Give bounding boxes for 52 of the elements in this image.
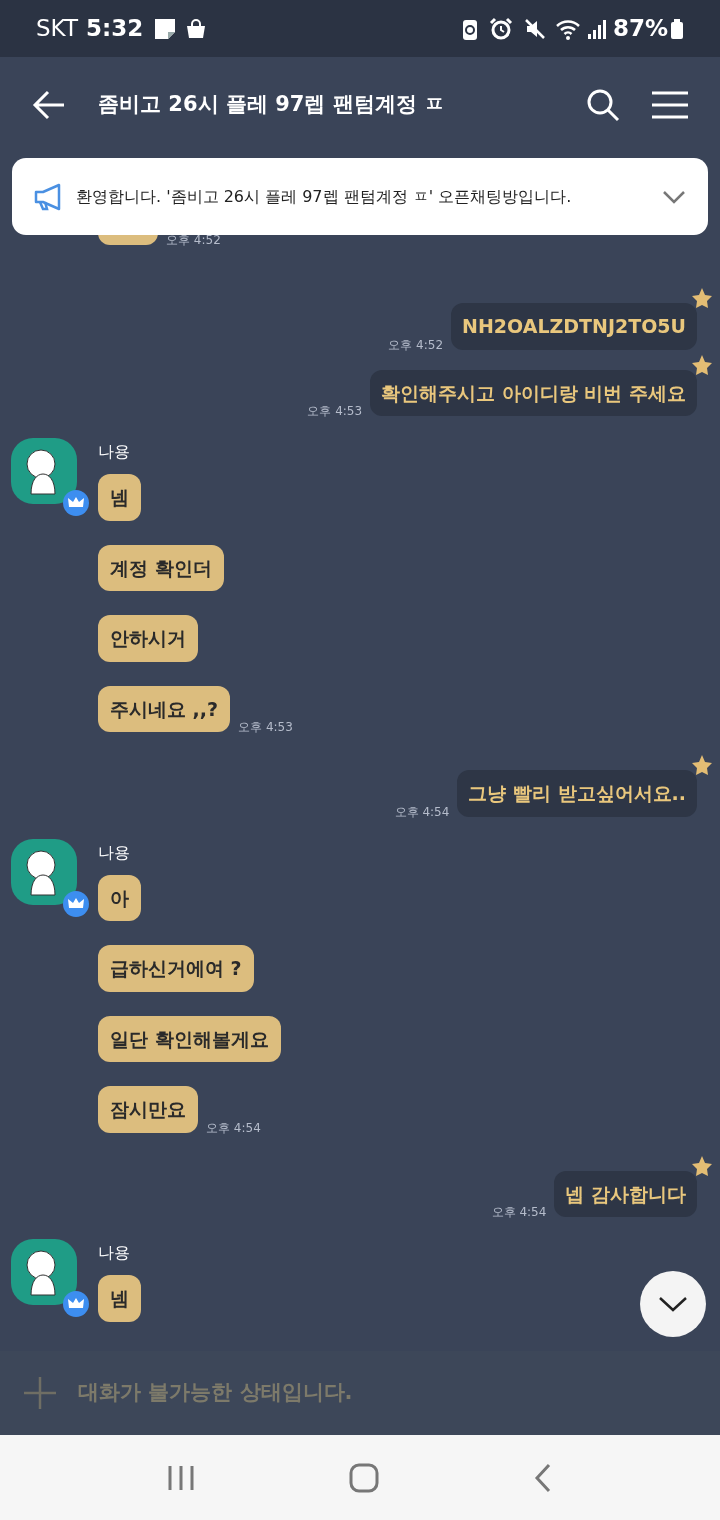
star-icon: [691, 353, 713, 376]
crown-badge-icon: [63, 1291, 89, 1317]
alarm-icon: [488, 16, 513, 41]
message-bubble: 넴: [98, 1275, 141, 1322]
message-bubble: 그냥 빨리 받고싶어서요..: [457, 770, 697, 817]
crown-badge-icon: [63, 890, 89, 917]
profile-avatar: [11, 1239, 77, 1305]
message-bubble: 넴: [98, 474, 141, 521]
message-bubble: 잠시만요: [98, 1086, 198, 1133]
message-bubble: 일단 확인해볼게요: [98, 1015, 281, 1062]
star-icon: [691, 287, 713, 309]
notice-banner[interactable]: 환영합니다. '좀비고 26시 플레 97렙 팬텀계정 ㅍ' 오픈채팅방입니다.: [12, 158, 708, 235]
clock: 5:32: [85, 14, 144, 44]
crown-badge-icon: [63, 490, 89, 516]
chat-title: 좀비고 26시 플레 97렙 팬텀계정 ㅍ: [98, 91, 445, 119]
notice-text: 환영합니다. '좀비고 26시 플레 97렙 팬텀계정 ㅍ' 오픈채팅방입니다.: [76, 185, 572, 208]
sender-name: 나용: [98, 841, 130, 864]
menu-button[interactable]: [652, 90, 688, 120]
message-time: 오후 4:54: [206, 1119, 261, 1137]
message-bubble: 안하시거: [98, 615, 198, 662]
note-icon: [153, 16, 178, 41]
back-button[interactable]: [32, 88, 66, 122]
battery-icon: [670, 16, 684, 41]
message-time: 오후 4:53: [238, 719, 293, 736]
message-time: 오후 4:54: [394, 803, 450, 821]
message-time: 오후 4:54: [491, 1204, 547, 1221]
back-icon[interactable]: [533, 1462, 553, 1493]
message-time: 오후 4:52: [388, 336, 444, 354]
carrier-label: SKT: [36, 14, 78, 44]
search-button[interactable]: [586, 88, 620, 122]
profile-avatar: [11, 438, 77, 504]
message-bubble: 계정 확인더: [98, 544, 224, 591]
star-icon: [691, 1154, 713, 1177]
mute-icon: [522, 16, 547, 41]
home-icon[interactable]: [349, 1462, 379, 1493]
message-bubble: 주시네요 ,,?: [98, 685, 231, 732]
message-time: 오후 4:53: [307, 403, 363, 420]
message-bubble: 넵 감사합니다: [554, 1170, 697, 1217]
star-icon: [691, 754, 713, 776]
message-bubble: 급하신거에여 ?: [98, 945, 254, 992]
sender-name: 나용: [98, 441, 130, 463]
message-bubble: 확인해주시고 아이디랑 비번 주세요: [370, 369, 697, 416]
message-bubble: 아: [98, 874, 141, 921]
message-time: 오후 4:52: [166, 232, 221, 249]
recent-apps-icon[interactable]: [167, 1464, 195, 1491]
profile-avatar: [11, 838, 77, 905]
message-bubble: NH2OALZDTNJ2TO5U: [451, 303, 697, 350]
sender-name: 나용: [98, 1242, 130, 1264]
shopping-bag-icon: [185, 17, 208, 40]
chevron-down-icon[interactable]: [662, 189, 686, 204]
chevron-down-icon: [658, 1296, 688, 1312]
battery-percent: 87%: [612, 14, 668, 44]
